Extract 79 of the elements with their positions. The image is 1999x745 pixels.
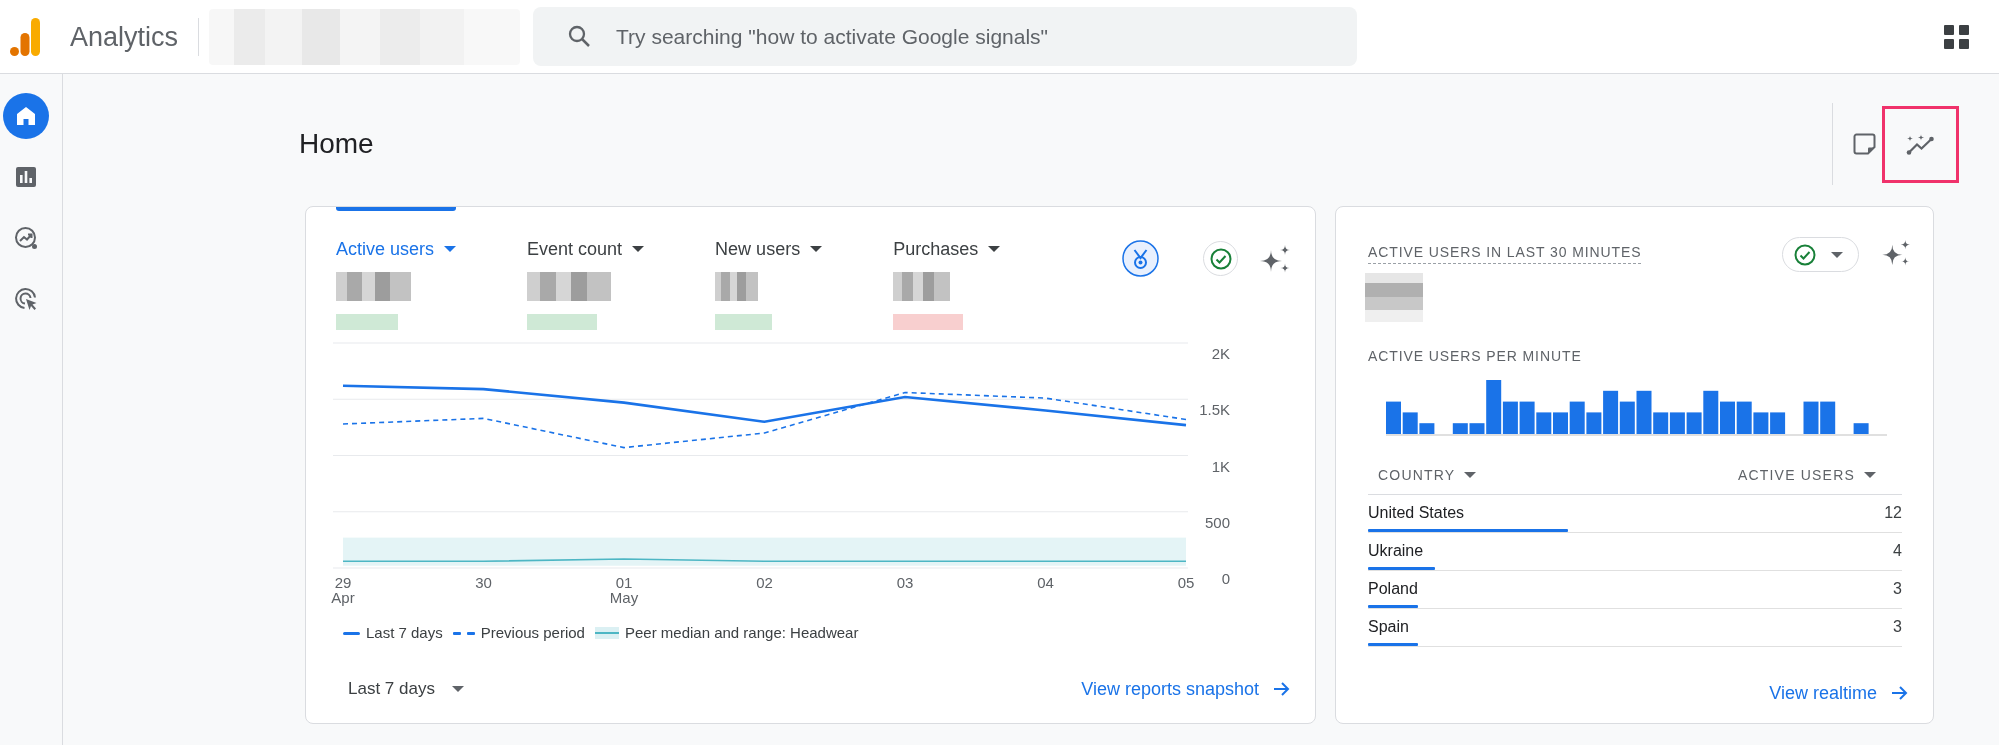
home-icon <box>14 104 38 128</box>
page-title: Home <box>299 127 374 161</box>
legend-label: Last 7 days <box>366 623 443 643</box>
blurred-value <box>1365 273 1423 322</box>
metric-tab[interactable]: Event count <box>527 207 645 260</box>
sparkle-trend-icon <box>1906 133 1935 155</box>
bar-chart-logo-icon <box>10 17 40 56</box>
column-header[interactable]: ACTIVE USERS <box>1737 466 1876 483</box>
bar-chart-icon <box>14 165 38 189</box>
product-name: Analytics <box>70 20 179 54</box>
x-axis-label: 29 Apr <box>331 574 355 606</box>
y-axis-label: 500 <box>1204 513 1230 531</box>
date-range-dropdown[interactable]: Last 7 days <box>348 677 464 701</box>
nav-item[interactable] <box>14 165 38 189</box>
metric-tab[interactable]: New users <box>715 207 823 260</box>
caret-icon <box>1464 471 1477 478</box>
caret-icon <box>1864 471 1876 478</box>
x-axis-label: 30 <box>475 574 492 591</box>
x-axis-label: 05 <box>1177 574 1195 591</box>
dashed-line-icon <box>452 631 475 635</box>
apps-grid-icon[interactable] <box>1944 24 1970 49</box>
caret-icon <box>988 246 1001 252</box>
caret-icon <box>810 246 823 252</box>
view-reports-link[interactable]: View reports snapshot <box>1081 677 1290 701</box>
x-axis-label: 02 <box>756 574 773 591</box>
sparkle-icon[interactable] <box>1882 240 1910 266</box>
sticky-note-icon[interactable] <box>1853 133 1877 155</box>
nav-item[interactable] <box>14 226 38 250</box>
user-count: 3 <box>1893 617 1902 637</box>
arrow-right-icon <box>1891 685 1908 701</box>
x-axis-label: 04 <box>1037 574 1054 591</box>
view-realtime-link[interactable]: View realtime <box>1769 681 1908 705</box>
nav-item[interactable] <box>14 287 38 311</box>
legend-label: Peer median and range: Headwear <box>624 623 859 643</box>
caret-icon <box>451 686 464 692</box>
country-name: Ukraine <box>1368 541 1424 561</box>
nav-item[interactable] <box>3 93 49 139</box>
minute-bar <box>1619 401 1635 434</box>
blurred-value <box>715 272 759 301</box>
x-axis-label: 03 <box>896 574 914 591</box>
search-field[interactable]: Try searching "how to activate Google signals" <box>533 7 1358 66</box>
card-title[interactable]: ACTIVE USERS IN LAST 30 MINUTES <box>1368 243 1642 264</box>
check-button[interactable] <box>1203 241 1238 276</box>
check-circle-icon <box>1794 243 1816 266</box>
check-dropdown-button[interactable] <box>1782 237 1859 272</box>
minute-bar <box>1853 423 1869 434</box>
minute-bar <box>1452 423 1468 434</box>
country-name: United States <box>1368 503 1465 523</box>
caret-icon <box>1831 251 1843 258</box>
metric-tab[interactable]: Active users <box>336 207 457 260</box>
y-axis-label: 0 <box>1221 570 1230 587</box>
caret-icon <box>444 246 457 252</box>
y-axis-label: 1.5K <box>1199 401 1230 419</box>
legend-label: Previous period <box>480 623 585 643</box>
user-count: 3 <box>1893 579 1902 599</box>
minute-bar <box>1820 401 1836 434</box>
insights-button[interactable] <box>1882 105 1959 183</box>
chart-title: ACTIVE USERS PER MINUTE <box>1368 347 1583 366</box>
minute-bar <box>1770 412 1786 434</box>
x-axis-label: 01 May <box>609 574 639 606</box>
minute-bar <box>1720 401 1735 434</box>
user-count: 12 <box>1884 503 1902 523</box>
y-axis-label: 2K <box>1211 345 1230 362</box>
country-name: Spain <box>1368 617 1409 637</box>
caret-icon <box>632 246 645 252</box>
minute-bar <box>1669 412 1685 434</box>
metric-tab[interactable]: Purchases <box>893 207 1001 260</box>
target-cursor-icon <box>14 287 38 311</box>
trend-chart-icon <box>14 226 38 250</box>
y-axis-label: 1K <box>1211 457 1230 475</box>
blurred-value <box>893 272 951 301</box>
column-header[interactable]: COUNTRY <box>1378 466 1477 483</box>
arrow-right-icon <box>1273 681 1290 697</box>
search-icon <box>568 25 591 47</box>
country-name: Poland <box>1368 579 1418 599</box>
medal-icon[interactable] <box>1122 240 1159 277</box>
check-circle-icon <box>1209 247 1232 270</box>
minute-bar <box>1803 401 1819 434</box>
user-count: 4 <box>1893 541 1902 561</box>
